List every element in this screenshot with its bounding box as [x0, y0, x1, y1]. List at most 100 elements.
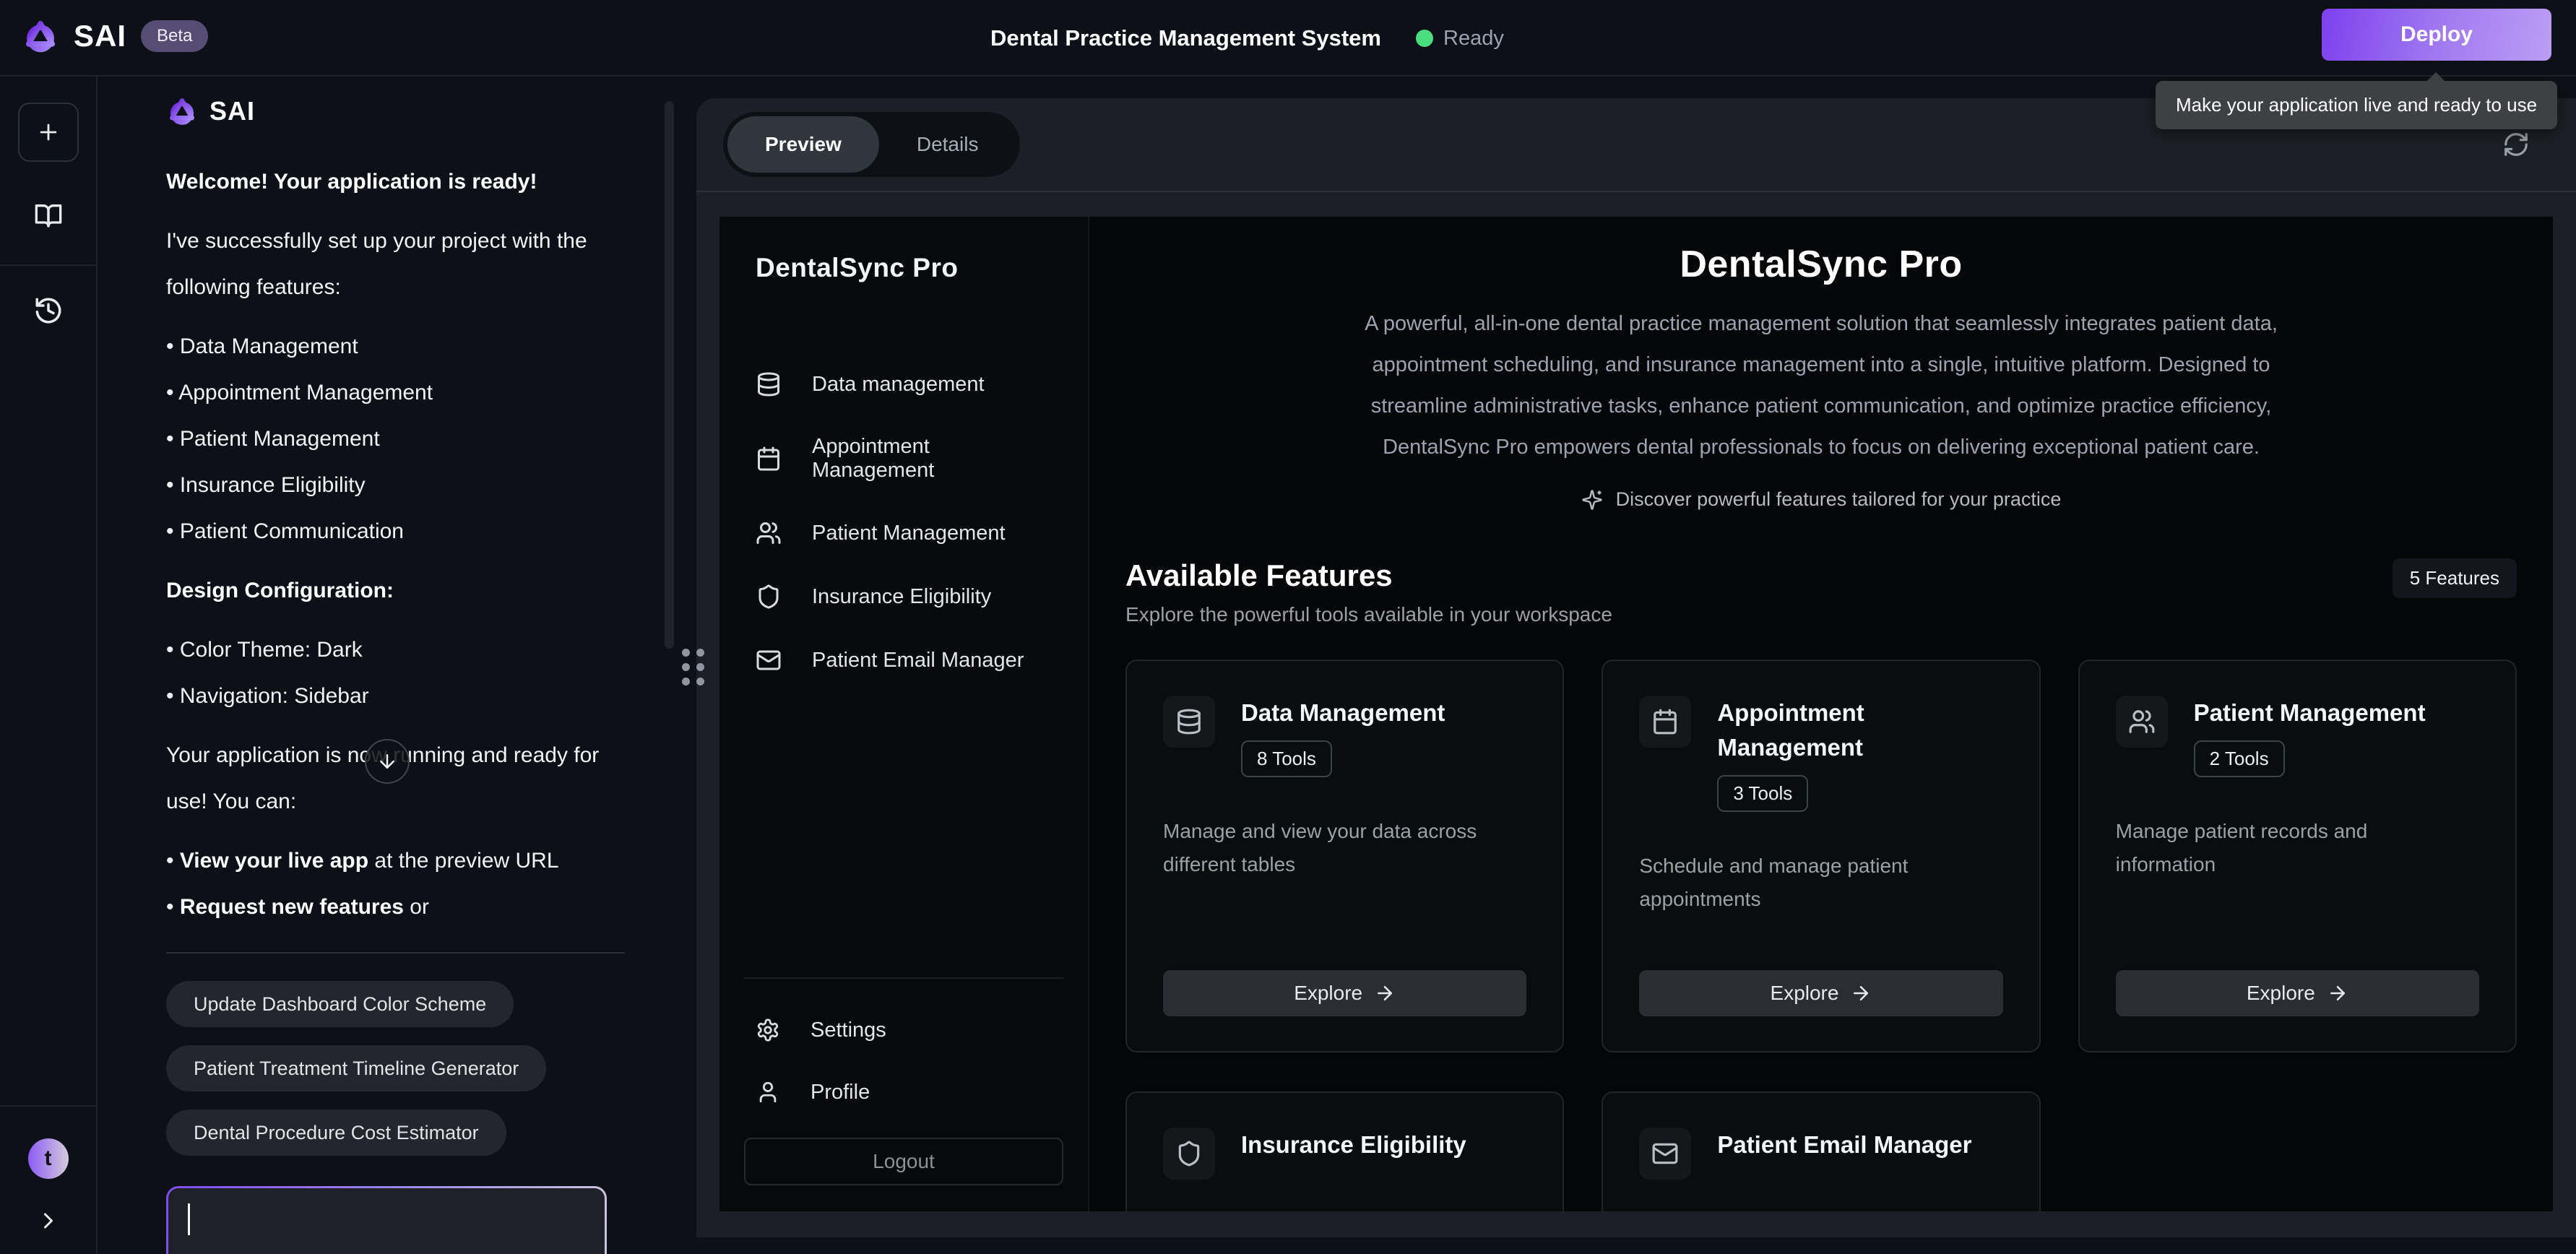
mail-icon: [1639, 1128, 1691, 1180]
chat-brand-wordmark: SAI: [209, 96, 255, 126]
sparkles-icon: [1581, 489, 1603, 511]
discover-note: Discover powerful features tailored for …: [1125, 488, 2517, 511]
brand-wordmark: SAI: [74, 19, 126, 53]
tab-preview[interactable]: Preview: [727, 116, 879, 173]
feature-card-data-management: Data Management 8 Tools Manage and view …: [1125, 660, 1564, 1052]
calendar-icon: [756, 446, 782, 472]
list-item: Color Theme: Dark: [166, 627, 610, 673]
card-title: Data Management: [1241, 696, 1445, 730]
chat-input[interactable]: [168, 1188, 605, 1254]
app-sidebar-title: DentalSync Pro: [756, 253, 1063, 283]
app-sidebar: DentalSync Pro Data management Appointme…: [719, 217, 1089, 1211]
nav-label: Data management: [812, 373, 985, 397]
features-subtitle: Explore the powerful tools available in …: [1125, 603, 1612, 626]
nav-item-patient-email-manager[interactable]: Patient Email Manager: [744, 628, 1063, 692]
refresh-icon: [2502, 131, 2530, 158]
tools-count-badge: 2 Tools: [2194, 740, 2285, 777]
list-item: Patient Communication: [166, 509, 610, 555]
mail-icon: [756, 647, 782, 673]
header-title-group: Dental Practice Management System Ready: [990, 0, 1504, 77]
nav-label: Profile: [811, 1081, 870, 1104]
nav-item-settings[interactable]: Settings: [744, 999, 1063, 1061]
icon-rail: t: [0, 77, 98, 1254]
shield-icon: [756, 584, 782, 610]
chevron-right-icon: [35, 1208, 61, 1234]
nav-item-insurance-eligibility[interactable]: Insurance Eligibility: [744, 565, 1063, 628]
app-hero-title: DentalSync Pro: [1125, 243, 2517, 286]
list-item: Appointment Management: [166, 370, 610, 416]
arrow-right-icon: [1374, 982, 1396, 1004]
page-title: Dental Practice Management System: [990, 25, 1381, 51]
arrow-down-icon: [376, 751, 398, 772]
features-heading: Available Features: [1125, 558, 1612, 593]
status-badge: Ready: [1416, 27, 1504, 51]
suggestion-pill[interactable]: Dental Procedure Cost Estimator: [166, 1110, 506, 1156]
feature-card-appointment-management: Appointment Management 3 Tools Schedule …: [1602, 660, 2040, 1052]
list-item: Request new features or: [166, 884, 610, 930]
avatar[interactable]: t: [28, 1138, 69, 1179]
tools-count-badge: 8 Tools: [1241, 740, 1332, 777]
chat-intro-text: I've successfully set up your project wi…: [166, 218, 600, 311]
logout-button[interactable]: Logout: [744, 1138, 1063, 1185]
list-item: Patient Management: [166, 416, 610, 462]
new-chat-button[interactable]: [18, 103, 79, 162]
tab-group: Preview Details: [723, 112, 1020, 177]
features-header: Available Features Explore the powerful …: [1125, 558, 2517, 626]
nav-item-profile[interactable]: Profile: [744, 1061, 1063, 1123]
feature-card-patient-management: Patient Management 2 Tools Manage patien…: [2078, 660, 2517, 1052]
chat-feature-list: Data Management Appointment Management P…: [166, 324, 610, 555]
chat-scrollbar-thumb[interactable]: [665, 101, 674, 649]
nav-label: Patient Management: [812, 522, 1006, 545]
app-preview-frame: DentalSync Pro Data management Appointme…: [719, 217, 2553, 1211]
chat-welcome-text: Welcome! Your application is ready!: [166, 159, 600, 205]
card-description: Manage and view your data across differe…: [1163, 815, 1481, 881]
nav-item-patient-management[interactable]: Patient Management: [744, 501, 1063, 565]
composer: [166, 1186, 607, 1254]
card-title: Insurance Eligibility: [1241, 1128, 1466, 1162]
arrow-right-icon: [1850, 982, 1872, 1004]
users-icon: [2116, 696, 2168, 748]
app-hero-description: A powerful, all-in-one dental practice m…: [1330, 303, 2312, 468]
explore-button[interactable]: Explore: [1639, 970, 2002, 1016]
gear-icon: [756, 1018, 780, 1042]
history-icon: [33, 295, 64, 326]
library-button[interactable]: [18, 192, 79, 238]
database-icon: [1163, 696, 1215, 748]
database-icon: [756, 371, 782, 397]
brand: SAI Beta: [22, 17, 208, 55]
chat-panel: SAI Welcome! Your application is ready! …: [98, 77, 657, 1254]
feature-cards-row: Data Management 8 Tools Manage and view …: [1125, 660, 2517, 1052]
refresh-button[interactable]: [2502, 131, 2530, 158]
scroll-to-bottom-button[interactable]: [365, 739, 410, 784]
history-button[interactable]: [18, 287, 79, 334]
list-item: Data Management: [166, 324, 610, 370]
feature-card-insurance-eligibility: Insurance Eligibility: [1125, 1091, 1564, 1211]
nav-label: Settings: [811, 1019, 886, 1042]
feature-cards-row-partial: Insurance Eligibility Patient Email Mana…: [1125, 1091, 2517, 1211]
suggestion-pill[interactable]: Patient Treatment Timeline Generator: [166, 1045, 546, 1091]
tab-details[interactable]: Details: [879, 116, 1016, 173]
sai-logo-icon: [22, 17, 59, 55]
expand-rail-button[interactable]: [35, 1208, 61, 1234]
screen: SAI Beta Dental Practice Management Syst…: [0, 0, 2576, 1254]
card-title: Appointment Management: [1717, 696, 1992, 765]
list-item: Navigation: Sidebar: [166, 673, 610, 719]
deploy-button[interactable]: Deploy: [2322, 9, 2551, 61]
nav-label: Appointment Management: [812, 435, 1052, 483]
app-sidebar-footer: Settings Profile Logout: [744, 977, 1063, 1185]
list-item: Insurance Eligibility: [166, 462, 610, 509]
status-label: Ready: [1443, 27, 1504, 51]
chat-assistant-logo: SAI: [166, 95, 610, 127]
nav-item-appointment-management[interactable]: Appointment Management: [744, 416, 1063, 501]
nav-label: Insurance Eligibility: [812, 585, 991, 609]
chat-design-list: Color Theme: Dark Navigation: Sidebar: [166, 627, 610, 719]
explore-button[interactable]: Explore: [1163, 970, 1526, 1016]
shield-icon: [1163, 1128, 1215, 1180]
book-open-icon: [34, 201, 63, 230]
panel-resize-handle[interactable]: [682, 649, 704, 686]
nav-item-data-management[interactable]: Data management: [744, 353, 1063, 416]
user-icon: [756, 1080, 780, 1104]
suggestion-pill[interactable]: Update Dashboard Color Scheme: [166, 981, 514, 1027]
explore-button[interactable]: Explore: [2116, 970, 2479, 1016]
plus-icon: [36, 120, 61, 144]
